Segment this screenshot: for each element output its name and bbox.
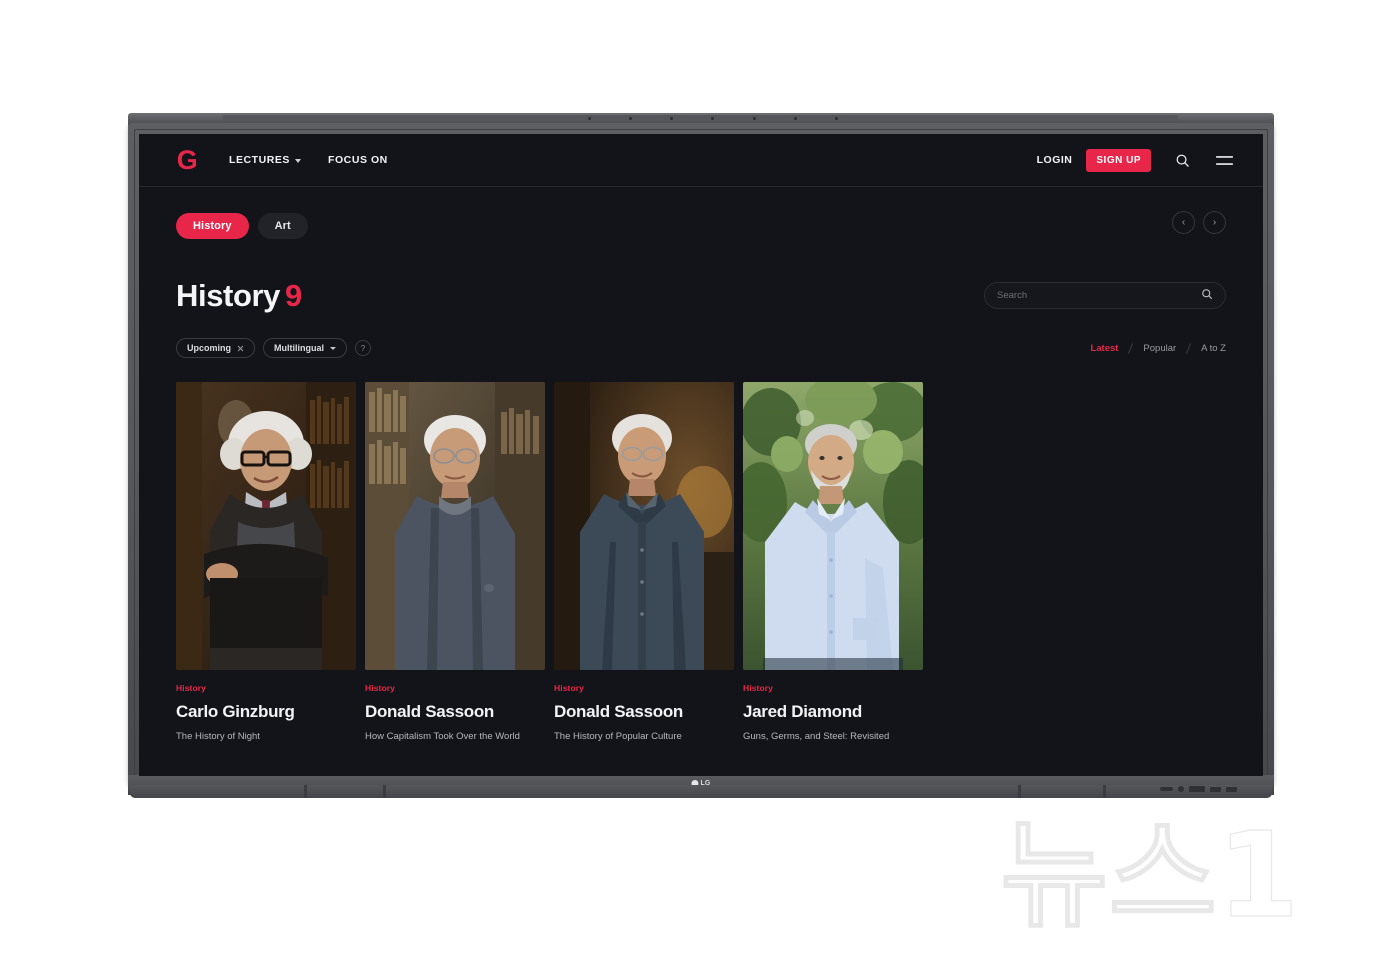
lecture-card[interactable]: History Donald Sassoon The History of Po… [554,382,734,742]
lecture-card-image[interactable] [554,382,734,670]
chevron-down-icon [330,346,336,350]
hamburger-menu-icon[interactable] [1213,149,1235,171]
lecture-card-tag: History [554,683,584,693]
carousel-navigation: ‹ › [1172,211,1226,234]
monitor-bezel: LG G LECTURES FOCUS ON LOGIN SIGN UP His… [128,123,1274,795]
page-title: History 9 [176,280,302,311]
nav-item-lectures-label: LECTURES [229,154,290,166]
filter-chip-multilingual[interactable]: Multilingual [263,338,347,358]
lecture-card-grid: History Carlo Ginzburg The History of Ni… [176,382,1226,742]
nav-item-focus-on[interactable]: FOCUS ON [328,154,388,166]
usb-c-port-icon [1160,787,1173,791]
signup-button[interactable]: SIGN UP [1086,148,1151,172]
usb-a-port-icon [1226,786,1237,792]
primary-navigation: LECTURES FOCUS ON [229,154,388,166]
category-pill-history[interactable]: History [176,213,249,239]
monitor-port-cluster [1160,782,1270,796]
page-title-text: History [176,278,281,313]
lecture-card-tag: History [176,683,206,693]
sort-option-latest[interactable]: Latest [1090,343,1118,354]
lecture-card[interactable]: History Donald Sassoon How Capitalism To… [365,382,545,742]
brand-logo-icon[interactable]: G [176,146,198,173]
category-filter-row: History Art ‹ › [176,187,1226,239]
lecture-card-tag: History [743,683,773,693]
sort-divider [1183,343,1194,354]
search-input[interactable] [997,290,1201,301]
nav-item-focus-on-label: FOCUS ON [328,154,388,166]
lecture-card[interactable]: History Jared Diamond Guns, Germs, and S… [743,382,923,742]
nav-item-lectures[interactable]: LECTURES [229,154,301,166]
lecture-card-subtitle: The History of Popular Culture [554,731,682,742]
sort-divider [1125,343,1136,354]
filter-chip-upcoming[interactable]: Upcoming [176,338,255,358]
sort-option-a-to-z[interactable]: A to Z [1201,343,1226,354]
filter-chip-multilingual-label: Multilingual [274,343,324,353]
lecture-card-subtitle: The History of Night [176,731,260,742]
login-link[interactable]: LOGIN [1037,154,1073,166]
monitor-foot-mark [304,785,307,798]
carousel-prev-button[interactable]: ‹ [1172,211,1195,234]
lecture-card-image[interactable] [743,382,923,670]
news1-watermark: 뉴스1 [1000,808,1385,943]
lecture-card-title: Donald Sassoon [554,702,683,721]
site-header: G LECTURES FOCUS ON LOGIN SIGN UP [139,134,1263,187]
watermark-text: 뉴스1 [1000,808,1299,943]
speaker-holes [588,116,838,120]
lecture-card-title: Jared Diamond [743,702,862,721]
monitor-device: LG G LECTURES FOCUS ON LOGIN SIGN UP His… [128,113,1274,798]
audio-jack-port-icon [1178,786,1184,792]
carousel-next-button[interactable]: › [1203,211,1226,234]
help-button[interactable]: ? [355,340,371,356]
usb-a-port-icon [1210,786,1221,792]
chevron-down-icon [295,159,301,163]
monitor-foot-mark [1103,785,1106,798]
page-title-row: History 9 [176,280,1226,311]
header-search-icon[interactable] [1171,149,1193,171]
page-title-count: 9 [285,278,302,313]
filter-chip-upcoming-label: Upcoming [187,343,231,353]
search-box[interactable] [984,282,1226,309]
lecture-card-subtitle: Guns, Germs, and Steel: Revisited [743,731,890,742]
lecture-card-subtitle: How Capitalism Took Over the World [365,731,520,742]
lecture-card-tag: History [365,683,395,693]
monitor-base-bar [130,785,1272,798]
lecture-card-image[interactable] [176,382,356,670]
header-actions: LOGIN SIGN UP [1037,148,1235,172]
monitor-foot-mark [1018,785,1021,798]
sort-options: Latest Popular A to Z [1090,343,1226,354]
lecture-card-title: Carlo Ginzburg [176,702,295,721]
screen-display: G LECTURES FOCUS ON LOGIN SIGN UP Histor… [139,134,1263,776]
close-x-icon[interactable] [237,345,244,352]
filter-sort-row: Upcoming Multilingual ? Latest Popular A… [176,338,1226,358]
search-icon[interactable] [1201,287,1213,305]
main-content: History Art ‹ › History 9 Search Upcomin… [139,187,1263,742]
lecture-card[interactable]: History Carlo Ginzburg The History of Ni… [176,382,356,742]
lecture-card-image[interactable] [365,382,545,670]
monitor-foot-mark [383,785,386,798]
sort-option-popular[interactable]: Popular [1143,343,1176,354]
hdmi-port-icon [1189,786,1205,792]
lecture-card-title: Donald Sassoon [365,702,494,721]
category-pill-art[interactable]: Art [257,213,308,239]
